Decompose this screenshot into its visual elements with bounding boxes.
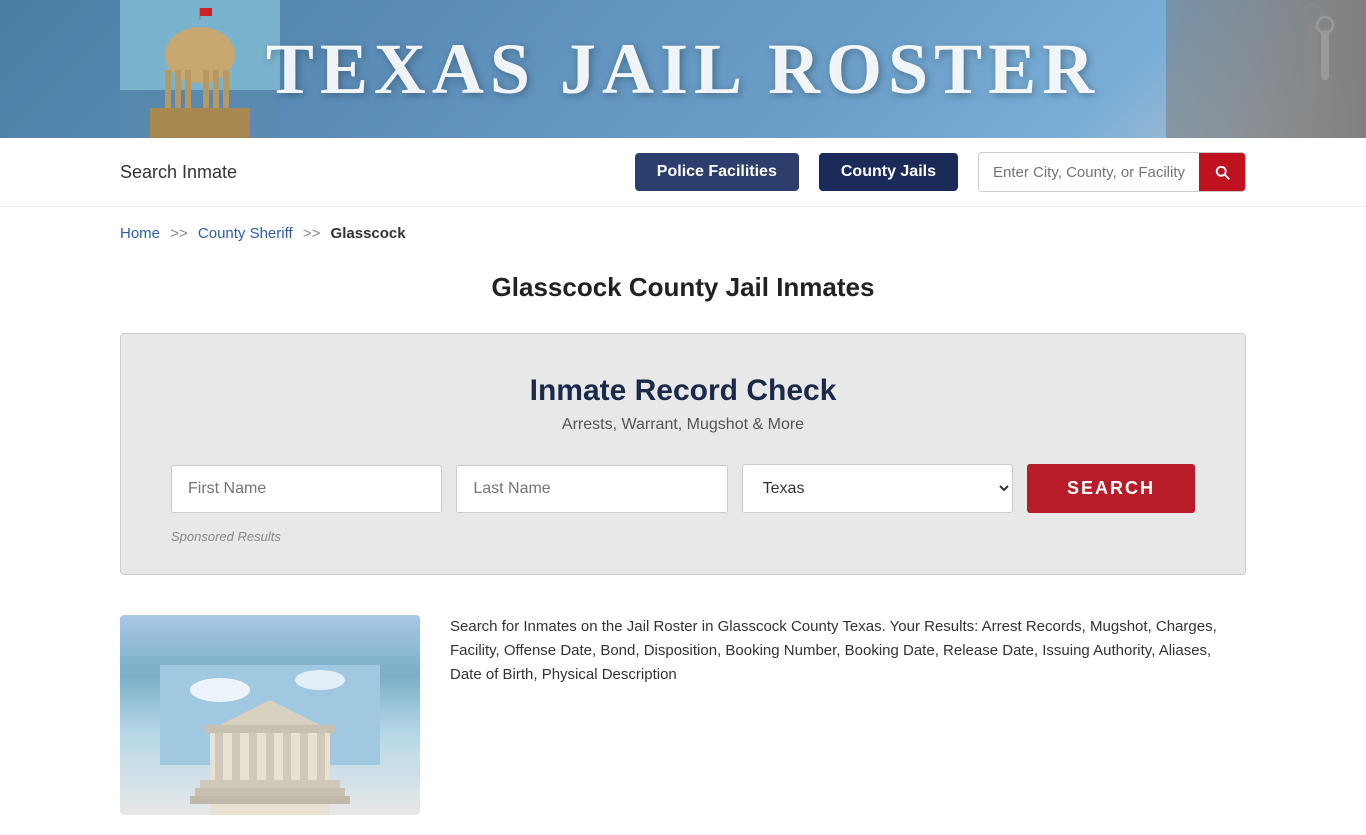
site-title: Texas Jail Roster	[266, 28, 1100, 111]
record-search-button[interactable]: SEARCH	[1027, 464, 1195, 513]
police-facilities-button[interactable]: Police Facilities	[635, 153, 799, 191]
header-banner: Texas Jail Roster	[0, 0, 1366, 138]
county-jails-button[interactable]: County Jails	[819, 153, 958, 191]
first-name-input[interactable]	[171, 465, 442, 513]
facility-search-input[interactable]	[979, 154, 1199, 191]
keys-decoration	[1166, 0, 1366, 138]
page-title: Glasscock County Jail Inmates	[0, 272, 1366, 303]
bottom-description-text: Search for Inmates on the Jail Roster in…	[450, 615, 1246, 687]
breadcrumb-separator-2: >>	[303, 225, 321, 242]
breadcrumb-home-link[interactable]: Home	[120, 225, 160, 242]
breadcrumb-current: Glasscock	[331, 225, 406, 242]
building-icon	[160, 665, 380, 815]
state-select[interactable]: AlabamaAlaskaArizonaArkansasCaliforniaCo…	[742, 464, 1013, 513]
record-check-title: Inmate Record Check	[171, 374, 1195, 408]
search-inmate-label: Search Inmate	[120, 162, 237, 183]
breadcrumb: Home >> County Sheriff >> Glasscock	[0, 207, 1366, 252]
capitol-icon	[120, 0, 280, 138]
sponsored-results: Sponsored Results	[171, 529, 1195, 544]
facility-image	[120, 615, 420, 815]
record-check-subtitle: Arrests, Warrant, Mugshot & More	[171, 416, 1195, 434]
nav-bar: Search Inmate Police Facilities County J…	[0, 138, 1366, 207]
breadcrumb-county-sheriff-link[interactable]: County Sheriff	[198, 225, 293, 242]
facility-search-wrapper	[978, 152, 1246, 192]
breadcrumb-separator-1: >>	[170, 225, 188, 242]
page-title-section: Glasscock County Jail Inmates	[0, 252, 1366, 313]
facility-search-button[interactable]	[1199, 153, 1245, 191]
last-name-input[interactable]	[456, 465, 727, 513]
bottom-section: Search for Inmates on the Jail Roster in…	[0, 595, 1366, 835]
search-form-row: AlabamaAlaskaArizonaArkansasCaliforniaCo…	[171, 464, 1195, 513]
record-check-box: Inmate Record Check Arrests, Warrant, Mu…	[120, 333, 1246, 575]
search-icon	[1213, 163, 1231, 181]
